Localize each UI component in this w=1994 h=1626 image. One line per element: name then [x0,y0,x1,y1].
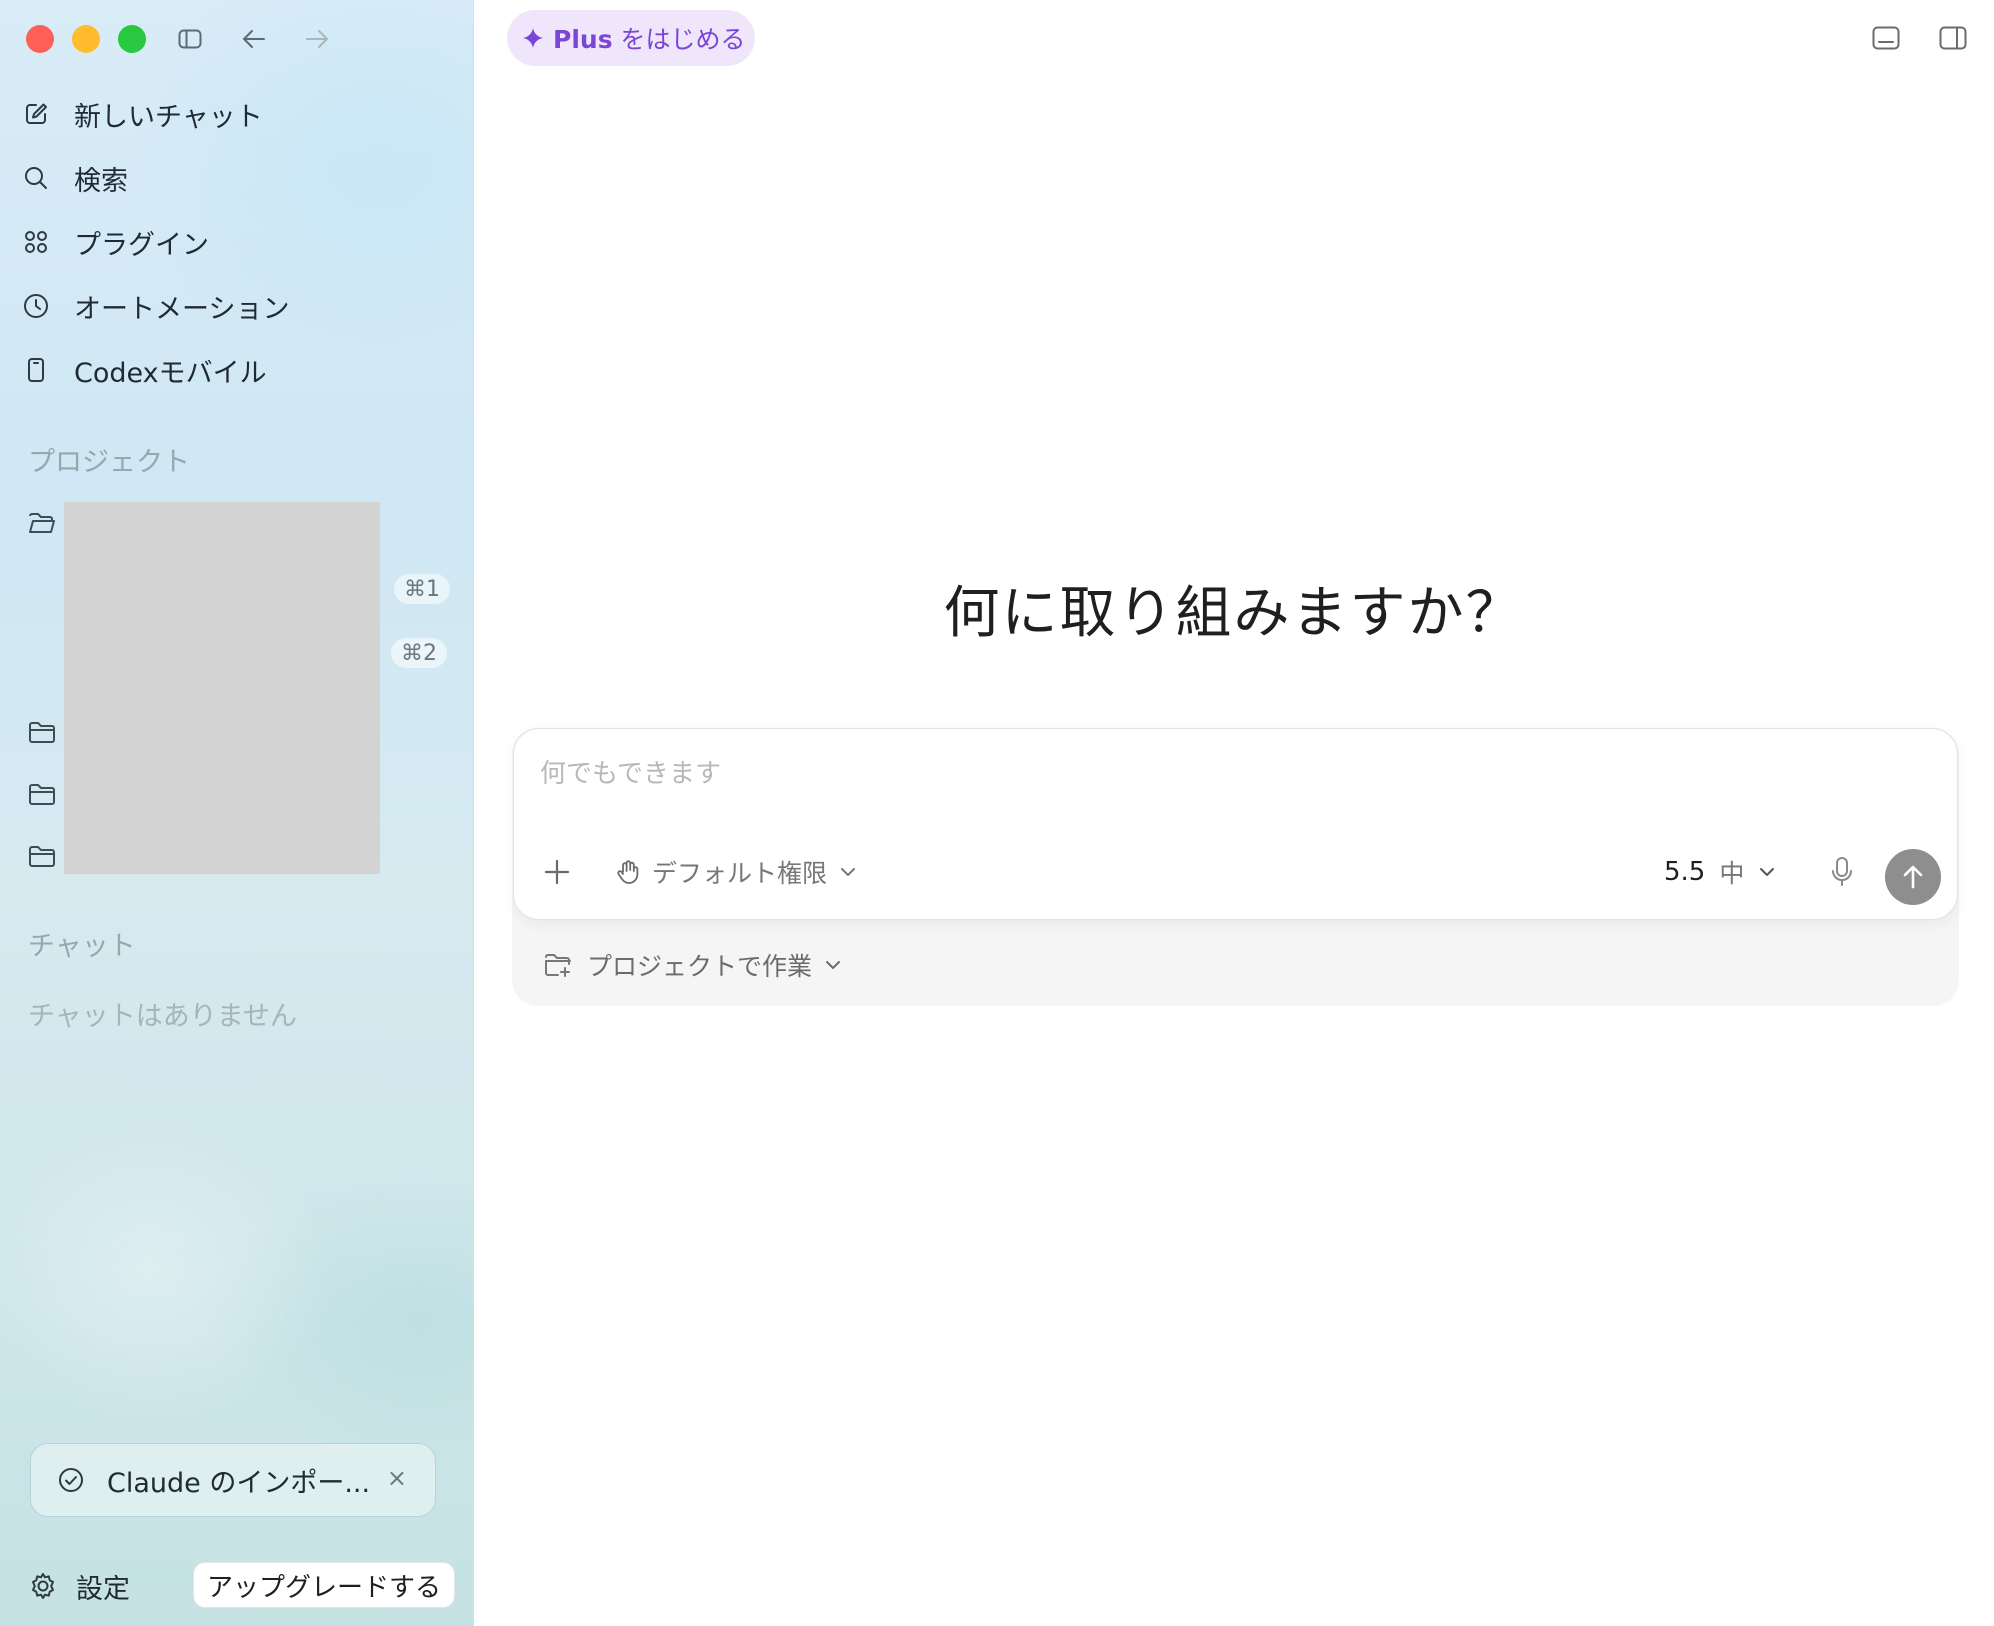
bottom-panel-toggle-icon[interactable] [1870,22,1902,54]
clock-icon [22,292,62,320]
search-icon [22,164,62,192]
page-heading: 何に取り組みますか？ [943,581,1524,646]
redacted-project-list [64,502,380,874]
shortcut-badge: ⌘2 [391,638,447,668]
window-zoom-button[interactable] [118,25,146,53]
sidebar-item-label: Codexモバイル [74,357,267,389]
sidebar-item-plugins[interactable]: プラグイン [22,218,209,266]
sidebar-item-label: オートメーション [74,293,290,325]
plus-text: をはじめる [620,25,746,54]
edit-icon [22,100,62,128]
window-close-button[interactable] [26,25,54,53]
toast-close-button[interactable]: × [387,1464,407,1492]
arrow-up-icon [1899,863,1927,891]
folder-plus-icon [543,950,573,980]
chevron-down-icon [837,861,859,883]
projects-header: プロジェクト [28,447,190,478]
sidebar-item-label: プラグイン [74,229,209,261]
right-panel-toggle-icon[interactable] [1937,22,1969,54]
model-version: 5.5 [1664,857,1706,887]
sidebar: 新しいチャット 検索 プラグイン オートメーション Codexモバイル プロジェ… [0,0,474,1626]
effort-level: 中 [1719,859,1745,888]
microphone-icon[interactable] [1827,855,1857,889]
toast-label: Claude のインポー... [107,1467,371,1499]
sidebar-toggle-icon[interactable] [176,25,204,53]
chevron-down-icon [822,954,844,976]
plus-label: Plus をはじめる [553,20,746,56]
chats-empty-text: チャットはありません [28,1001,297,1032]
sidebar-item-automation[interactable]: オートメーション [22,282,289,330]
sparkle-icon [521,26,545,50]
shortcut-badge: ⌘1 [394,574,450,604]
import-toast[interactable]: Claude のインポー... × [30,1443,436,1517]
plus-brand: Plus [553,25,613,54]
add-attachment-icon[interactable] [542,857,572,887]
send-button[interactable] [1885,849,1941,905]
permission-dropdown[interactable]: デフォルト権限 [614,851,859,893]
folder-icon[interactable] [28,720,56,744]
hand-icon [614,858,642,886]
chats-header: チャット [28,931,136,962]
chevron-down-icon [1756,861,1778,883]
sidebar-item-search[interactable]: 検索 [22,154,128,202]
sidebar-item-label: 新しいチャット [74,101,263,133]
settings-label: 設定 [76,1573,130,1605]
settings-button[interactable]: 設定 [28,1566,130,1606]
permission-label: デフォルト権限 [652,859,828,888]
folder-icon[interactable] [28,782,56,806]
phone-icon [22,356,62,384]
sidebar-item-new-chat[interactable]: 新しいチャット [22,90,263,138]
grid-icon [22,228,62,256]
start-plus-button[interactable]: Plus をはじめる [507,10,755,66]
forward-arrow-icon[interactable] [303,25,331,53]
check-circle-icon [57,1466,85,1494]
composer: デフォルト権限 5.5 中 [513,728,1958,920]
gear-icon [28,1571,58,1601]
sidebar-item-label: 検索 [74,165,128,197]
work-in-project-dropdown[interactable]: プロジェクトで作業 [543,944,844,986]
project-label: プロジェクトで作業 [587,952,813,981]
window-minimize-button[interactable] [72,25,100,53]
sidebar-item-codex-mobile[interactable]: Codexモバイル [22,346,267,394]
folder-icon[interactable] [28,844,56,868]
model-selector[interactable]: 5.5 中 [1664,851,1778,893]
folder-open-icon[interactable] [28,511,56,535]
upgrade-button[interactable]: アップグレードする [193,1562,455,1608]
prompt-input[interactable] [538,751,1922,797]
back-arrow-icon[interactable] [240,25,268,53]
